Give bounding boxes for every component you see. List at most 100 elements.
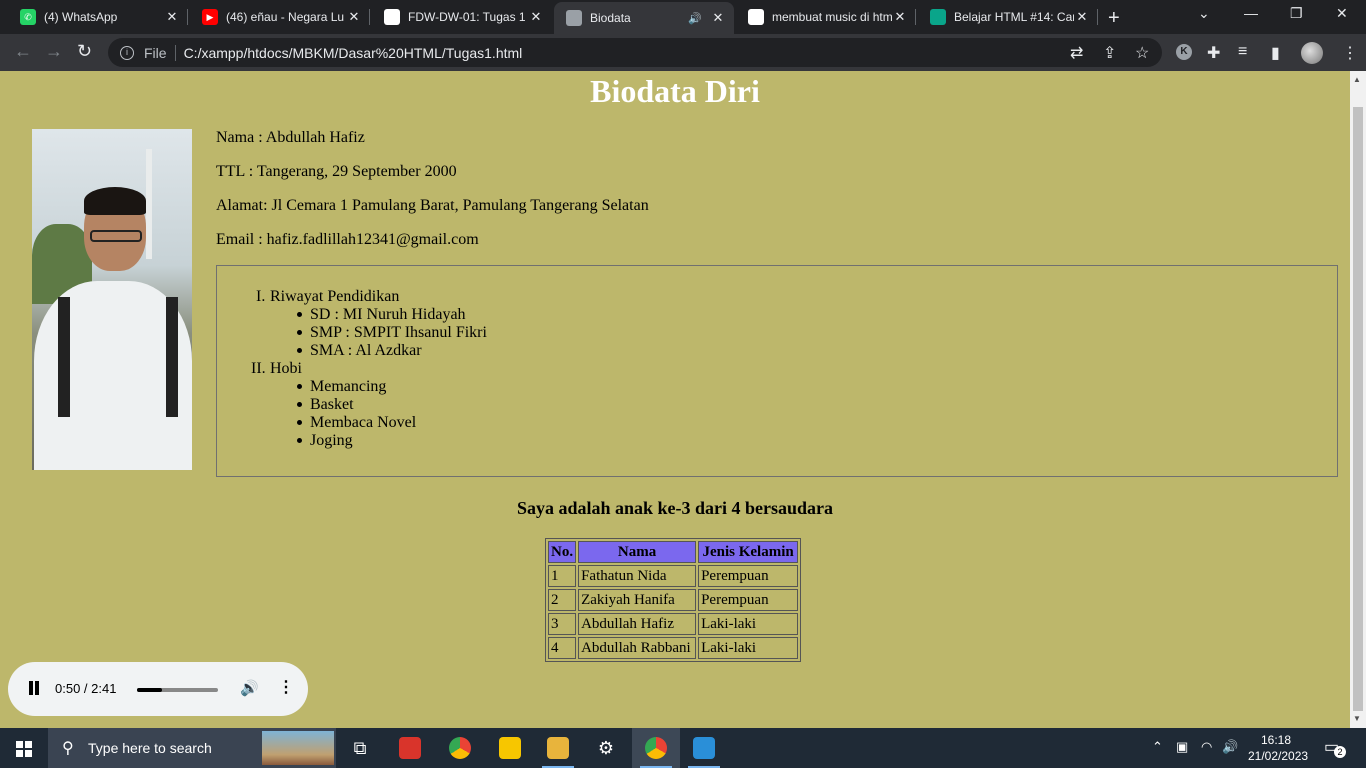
chrome-active-icon[interactable]: [632, 728, 680, 768]
tab-google-search[interactable]: G membuat music di htm ✕: [736, 0, 916, 34]
pause-icon[interactable]: [28, 681, 41, 696]
whatsapp-icon: ✆: [20, 9, 36, 25]
minimize-icon[interactable]: —: [1244, 5, 1258, 21]
file-explorer-icon[interactable]: [534, 728, 582, 768]
page-content: Biodata Diri Nama : Abdullah Hafiz TTL :…: [0, 71, 1350, 728]
table-cell: 3: [548, 613, 577, 635]
list-heading: Riwayat Pendidikan: [270, 288, 400, 305]
birth-text: TTL : Tangerang, 29 September 2000: [216, 163, 457, 180]
bullet: [297, 384, 302, 389]
settings-gear-icon[interactable]: ⚙: [582, 728, 630, 768]
speaker-icon[interactable]: 🔊: [688, 12, 702, 25]
back-icon[interactable]: ←: [14, 41, 32, 62]
close-icon[interactable]: ✕: [528, 9, 544, 25]
close-icon[interactable]: ✕: [1074, 9, 1090, 25]
scroll-down-icon[interactable]: ▼: [1353, 714, 1361, 723]
tab-search-chevron-icon[interactable]: ⌄: [1198, 5, 1210, 22]
search-icon: ⚲: [62, 740, 74, 757]
tab-title: FDW-DW-01: Tugas 1: [408, 10, 526, 24]
divider: [174, 44, 176, 61]
vscode-icon[interactable]: [680, 728, 728, 768]
restore-icon[interactable]: ❐: [1290, 5, 1303, 22]
speaker-tray-icon[interactable]: 🔊: [1222, 739, 1238, 755]
menu-kebab-icon[interactable]: ⋮: [1342, 43, 1358, 63]
side-panel-icon[interactable]: ▮: [1271, 43, 1280, 63]
table-cell: 1: [548, 565, 577, 587]
windows-start-icon[interactable]: [16, 741, 32, 757]
extensions-puzzle-icon[interactable]: ✚: [1207, 43, 1220, 63]
taskbar-search-box[interactable]: ⚲ Type here to search: [48, 728, 336, 768]
more-options-icon[interactable]: ⋮: [278, 677, 294, 697]
sticky-notes-icon[interactable]: [486, 728, 534, 768]
table-header: Jenis Kelamin: [698, 541, 799, 563]
close-icon[interactable]: ✕: [892, 9, 908, 25]
list-item: SMA : Al Azdkar: [310, 342, 422, 359]
notification-icon[interactable]: ▭ 2: [1324, 737, 1346, 758]
list-marker: II.: [251, 360, 266, 377]
task-view-icon[interactable]: ⧉: [336, 728, 384, 768]
bullet: [297, 438, 302, 443]
backpack-strap: [166, 297, 178, 417]
close-icon[interactable]: ✕: [346, 9, 362, 25]
page-scrollbar[interactable]: ▲ ▼: [1350, 71, 1366, 728]
window-close-icon[interactable]: ✕: [1336, 5, 1348, 22]
close-icon[interactable]: ✕: [710, 10, 726, 26]
hair: [84, 187, 146, 215]
wifi-icon[interactable]: ◠: [1201, 739, 1212, 755]
translate-icon[interactable]: ⇄: [1070, 43, 1083, 63]
email-text: Email : hafiz.fadlillah12341@gmail.com: [216, 231, 479, 248]
table-cell: Laki-laki: [698, 613, 799, 635]
list-item: Membaca Novel: [310, 414, 417, 431]
tray-chevron-icon[interactable]: ⌃: [1152, 739, 1163, 755]
google-icon: G: [748, 9, 764, 25]
windows-taskbar: ⚲ Type here to search ⧉ ⚙ ⌃ ▣ ◠ 🔊 16:18 …: [0, 728, 1366, 768]
siblings-table: No. Nama Jenis Kelamin 1 Fathatun Nida P…: [545, 538, 802, 662]
list-item: SMP : SMPIT Ihsanul Fikri: [310, 324, 487, 341]
bullet: [297, 402, 302, 407]
tab-separator: [1097, 9, 1098, 25]
bookmark-star-icon[interactable]: ☆: [1135, 43, 1149, 63]
audio-progress-bar[interactable]: [137, 688, 218, 692]
tab-title: membuat music di htm: [772, 10, 892, 24]
scroll-up-icon[interactable]: ▲: [1353, 75, 1361, 84]
reload-icon[interactable]: ↻: [77, 41, 92, 62]
tab-separator: [915, 9, 916, 25]
tab-belajar-html[interactable]: Belajar HTML #14: Car ✕: [918, 0, 1098, 34]
meet-now-icon[interactable]: ▣: [1176, 739, 1188, 755]
address-bar[interactable]: i File C:/xampp/htdocs/MBKM/Dasar%20HTML…: [108, 38, 1162, 67]
site-icon: [930, 9, 946, 25]
close-icon[interactable]: ✕: [164, 9, 180, 25]
share-icon[interactable]: ⇪: [1103, 43, 1116, 63]
chrome-icon[interactable]: [436, 728, 484, 768]
bullet: [297, 330, 302, 335]
tab-whatsapp[interactable]: ✆ (4) WhatsApp ✕: [8, 0, 188, 34]
volume-icon[interactable]: 🔊: [240, 679, 259, 697]
profile-avatar[interactable]: [1301, 42, 1323, 64]
search-highlight-image[interactable]: [262, 731, 334, 765]
backpack-strap: [58, 297, 70, 417]
app-icon[interactable]: [386, 728, 434, 768]
table-header: Nama: [578, 541, 697, 563]
forward-icon[interactable]: →: [45, 41, 63, 62]
info-icon[interactable]: i: [120, 45, 134, 60]
clock-time: 16:18: [1260, 733, 1292, 747]
new-tab-icon[interactable]: +: [1108, 7, 1120, 30]
table-header: No.: [548, 541, 577, 563]
scrollbar-thumb[interactable]: [1353, 107, 1363, 711]
audio-player: 0:50 / 2:41 🔊 ⋮: [8, 662, 308, 716]
tab-fdw[interactable]: FDW-DW-01: Tugas 1 ✕: [372, 0, 552, 34]
tab-biodata[interactable]: Biodata 🔊 ✕: [554, 2, 734, 34]
url-text[interactable]: C:/xampp/htdocs/MBKM/Dasar%20HTML/Tugas1…: [184, 45, 523, 61]
extension-k-icon[interactable]: K: [1176, 44, 1192, 60]
media-control-icon[interactable]: ≡: [1238, 43, 1247, 61]
system-clock[interactable]: 16:18 21/02/2023: [1248, 732, 1308, 764]
glasses: [90, 230, 142, 242]
sibling-heading: Saya adalah anak ke-3 dari 4 bersaudara: [516, 498, 834, 518]
table-row: 2 Zakiyah Hanifa Perempuan: [548, 589, 799, 611]
audio-progress-fill: [137, 688, 163, 692]
tab-youtube[interactable]: ▶ (46) eñau - Negara Lu ✕: [190, 0, 370, 34]
table-cell: Fathatun Nida: [578, 565, 697, 587]
table-header-row: No. Nama Jenis Kelamin: [548, 541, 799, 563]
monument: [146, 149, 152, 259]
table-cell: Zakiyah Hanifa: [578, 589, 697, 611]
